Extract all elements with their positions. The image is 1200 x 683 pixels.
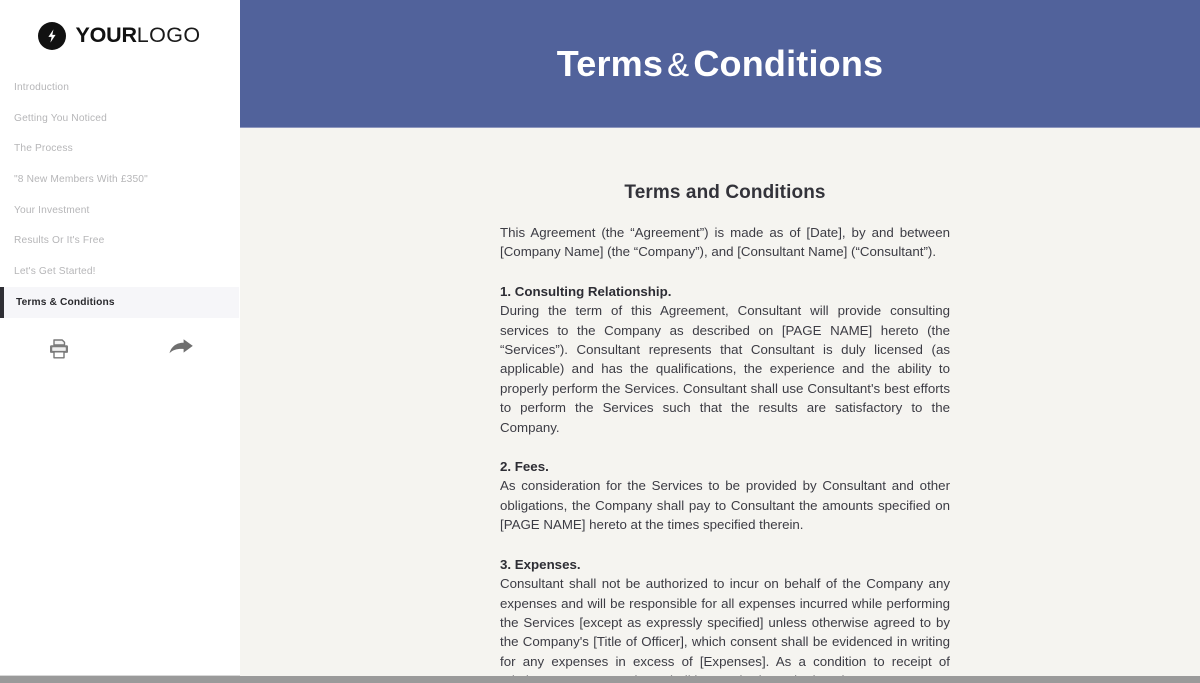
sidebar-item-lets-get-started[interactable]: Let's Get Started! <box>0 256 239 287</box>
document-content: Terms and Conditions This Agreement (the… <box>240 182 1200 683</box>
sidebar-item-results-or-its-free[interactable]: Results Or It's Free <box>0 225 239 256</box>
sidebar-nav: Introduction Getting You Noticed The Pro… <box>0 72 239 322</box>
horizontal-scrollbar[interactable] <box>0 676 1200 683</box>
document-viewer-app: YOURLOGO Introduction Getting You Notice… <box>0 0 1200 683</box>
sidebar-item-getting-you-noticed[interactable]: Getting You Noticed <box>0 103 239 134</box>
sidebar-item-label: The Process <box>14 143 73 155</box>
sidebar-item-label: Terms & Conditions <box>16 296 115 308</box>
sidebar-item-the-process[interactable]: The Process <box>0 133 239 164</box>
document-section-heading: 1. Consulting Relationship. <box>500 283 672 299</box>
document-banner-title: Terms & Conditions <box>556 42 884 84</box>
banner-title-part1: Terms <box>556 42 664 84</box>
banner-title-ampersand: & <box>667 45 690 83</box>
sidebar-item-label: Results Or It's Free <box>14 235 105 247</box>
banner-title-part2: Conditions <box>693 42 884 84</box>
print-icon <box>47 337 71 366</box>
lightning-bolt-icon <box>38 22 67 50</box>
document-section-heading: 2. Fees. <box>500 459 549 475</box>
logo-text-bold: YOUR <box>75 23 137 48</box>
logo-wrap: YOURLOGO <box>38 22 200 50</box>
sidebar-item-label: Let's Get Started! <box>14 265 96 277</box>
share-button[interactable] <box>166 337 196 367</box>
sidebar-item-introduction[interactable]: Introduction <box>0 72 239 103</box>
share-arrow-icon <box>168 338 194 365</box>
document-paragraph: Consultant shall not be authorized to in… <box>500 576 950 683</box>
document-paragraph: During the term of this Agreement, Consu… <box>500 303 950 435</box>
sidebar-item-label: Your Investment <box>14 204 90 216</box>
logo-text: YOURLOGO <box>75 25 200 47</box>
document-banner: Terms & Conditions <box>240 0 1200 128</box>
document-paragraph: This Agreement (the “Agreement”) is made… <box>500 225 950 260</box>
sidebar-item-your-investment[interactable]: Your Investment <box>0 195 239 226</box>
document-pane: Terms & Conditions Terms and Conditions Th… <box>240 0 1200 683</box>
sidebar-item-terms-and-conditions[interactable]: Terms & Conditions <box>0 286 239 318</box>
sidebar-item-label: "8 New Members With £350" <box>14 173 148 185</box>
sidebar-toolbar <box>0 322 239 382</box>
document-paragraph: As consideration for the Services to be … <box>500 478 950 533</box>
sidebar: YOURLOGO Introduction Getting You Notice… <box>0 0 240 683</box>
print-button[interactable] <box>44 337 74 367</box>
horizontal-scrollbar-thumb[interactable] <box>0 676 1200 683</box>
sidebar-item-8-new-members[interactable]: "8 New Members With £350" <box>0 164 239 195</box>
sidebar-item-label: Getting You Noticed <box>14 112 107 124</box>
logo: YOURLOGO <box>0 0 239 68</box>
sidebar-item-label: Introduction <box>14 81 70 93</box>
document-section-heading: 3. Expenses. <box>500 556 581 572</box>
page-title: Terms and Conditions <box>624 182 826 203</box>
logo-text-light: LOGO <box>136 23 201 48</box>
